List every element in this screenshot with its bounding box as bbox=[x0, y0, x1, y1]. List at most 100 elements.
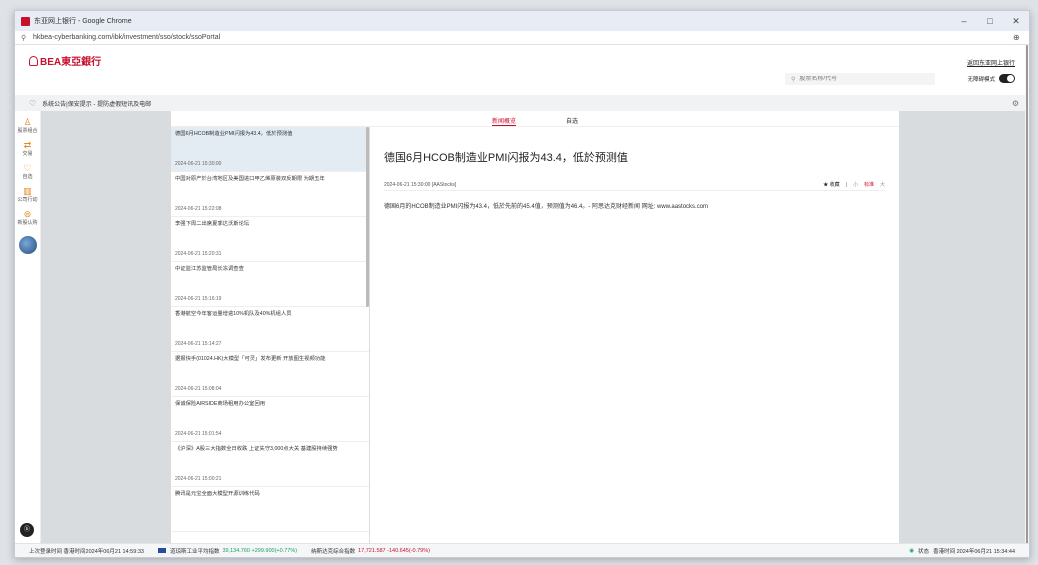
sidebar-item-portfolio[interactable]: ♙ 股票组合 bbox=[15, 117, 40, 134]
heart-icon: ♡ bbox=[23, 163, 32, 173]
sidebar-item-label: 新股认购 bbox=[17, 220, 38, 226]
news-panel: 新闻概览 自选 德国6月HCOB制造业PMI闪报为43.4，低於预测值 2024… bbox=[171, 111, 899, 543]
chatbot-icon[interactable]: ⓑ bbox=[20, 523, 34, 537]
address-bar[interactable]: ⚲ hkbea-cyberbanking.com/ibk/investment/… bbox=[15, 31, 1029, 45]
calendar-icon: ▥ bbox=[23, 186, 32, 196]
news-title: 《沪深》A股三大指数全日收跌 上证失守3,000点大关 基建股持续强势 bbox=[175, 446, 338, 452]
window-controls: – □ ✕ bbox=[951, 16, 1029, 27]
article-actions: ★ 收藏 | 小 标准 大 bbox=[823, 181, 885, 189]
news-title: 中国对原产於台湾地区及美国进口甲乙烯原装双反期限 为期五年 bbox=[175, 176, 325, 182]
scroll-thumb[interactable] bbox=[1026, 45, 1028, 555]
divider: | bbox=[845, 181, 847, 188]
accessibility-mode[interactable]: 无障碍模式 bbox=[967, 74, 1015, 83]
font-size-small-button[interactable]: 小 bbox=[853, 181, 858, 188]
font-size-large-button[interactable]: 大 bbox=[880, 181, 885, 188]
news-time: 2024-06-21 15:01:54 bbox=[175, 431, 222, 437]
status-bar: 上次登录时间 香港时间2024年06月21 14:59:33 道琼斯工业平均指数… bbox=[15, 543, 1029, 557]
sidebar-item-label: 股票组合 bbox=[17, 128, 38, 134]
bea-logo[interactable]: BEA東亞銀行 bbox=[29, 53, 101, 68]
news-time: 2024-06-21 15:14:27 bbox=[175, 341, 222, 347]
article-title: 德国6月HCOB制造业PMI闪报为43.4，低於预测值 bbox=[384, 152, 628, 164]
bea-favicon-icon bbox=[21, 16, 30, 26]
notice-bar[interactable]: ♡ 系统公告|保安提示 - 提防虚假短讯及电邮 ⚙ bbox=[15, 95, 1029, 111]
list-item[interactable]: 《沪深》A股三大指数全日收跌 上证失守3,000点大关 基建股持续强势 2024… bbox=[171, 442, 369, 487]
us-flag-icon bbox=[157, 548, 166, 553]
minimize-button[interactable]: – bbox=[951, 16, 977, 27]
nasdaq-value: 17,721.587 -140.645(-0.79%) bbox=[358, 547, 430, 554]
notice-text[interactable]: 系统公告|保安提示 - 提防虚假短讯及电邮 bbox=[42, 99, 151, 108]
article-body: 德国6月的HCOB制造业PMI闪报为43.4，低於先前的45.4值，预测值为46… bbox=[384, 204, 709, 210]
news-time: 2024-06-21 15:00:21 bbox=[175, 476, 222, 482]
avatar[interactable] bbox=[18, 236, 37, 254]
title-bar: 东亚网上银行 - Google Chrome – □ ✕ bbox=[15, 11, 1029, 31]
browser-window: 东亚网上银行 - Google Chrome – □ ✕ ⚲ hkbea-cyb… bbox=[14, 10, 1030, 558]
sidebar-item-corporate-actions[interactable]: ▥ 公司行动 bbox=[15, 186, 40, 203]
news-tabs: 新闻概览 自选 bbox=[171, 111, 899, 127]
page-scrollbar[interactable] bbox=[1025, 45, 1029, 555]
search-icon: ⚲ bbox=[791, 76, 796, 83]
dow-label: 道琼斯工业平均指数 bbox=[169, 548, 220, 555]
logo-text: BEA東亞銀行 bbox=[40, 57, 102, 68]
sidebar-item-label: 自选 bbox=[22, 174, 33, 180]
news-title: 德国6月HCOB制造业PMI闪报为43.4，低於预测值 bbox=[175, 131, 293, 137]
news-time: 2024-06-21 15:08:04 bbox=[175, 386, 222, 392]
news-time: 2024-06-21 15:22:08 bbox=[175, 206, 222, 212]
sidebar-item-label: 交易 bbox=[22, 151, 33, 157]
news-time: 2024-06-21 15:16:19 bbox=[175, 296, 222, 302]
article-source: 2024-06-21 15:30:00 [AAStocks] bbox=[384, 181, 457, 188]
site-settings-icon[interactable]: ⚲ bbox=[21, 34, 29, 42]
page-header: BEA東亞銀行 返回东亚网上银行 ⚲ 无障碍模式 bbox=[15, 45, 1029, 95]
url-text[interactable]: hkbea-cyberbanking.com/ibk/investment/ss… bbox=[33, 34, 1013, 41]
news-title: 中证监江苏监管局长冻调查查 bbox=[175, 266, 244, 272]
news-list-scrollbar[interactable] bbox=[366, 127, 369, 307]
gear-icon[interactable]: ⚙ bbox=[1012, 99, 1019, 108]
status-right: ◉ 状态 香港时间 2024年06月21 15:34:44 bbox=[909, 547, 1015, 555]
nasdaq-label: 纳斯达克综合指数 bbox=[311, 548, 356, 555]
sidebar-item-label: 公司行动 bbox=[17, 197, 38, 203]
state-label: 状态 bbox=[918, 548, 930, 555]
list-item[interactable]: 中国对原产於台湾地区及美国进口甲乙烯原装双反期限 为期五年 2024-06-21… bbox=[171, 172, 369, 217]
tab-watchlist[interactable]: 自选 bbox=[566, 111, 578, 126]
tab-news-overview[interactable]: 新闻概览 bbox=[491, 111, 516, 126]
zoom-icon[interactable]: ⊕ bbox=[1013, 33, 1029, 42]
list-item[interactable]: 德国6月HCOB制造业PMI闪报为43.4，低於预测值 2024-06-21 1… bbox=[171, 127, 369, 172]
news-title: 李强下周二出席夏季达沃斯论坛 bbox=[175, 221, 250, 227]
sidebar: ♙ 股票组合 ⇄ 交易 ♡ 自选 ▥ 公司行动 ⊜ 新股认购 ⓑ bbox=[15, 111, 41, 543]
ipo-icon: ⊜ bbox=[23, 209, 32, 219]
close-button[interactable]: ✕ bbox=[1003, 16, 1029, 27]
trade-icon: ⇄ bbox=[23, 140, 32, 150]
search-input[interactable] bbox=[799, 76, 920, 82]
article-meta: 2024-06-21 15:30:00 [AAStocks] ★ 收藏 | 小 … bbox=[384, 179, 885, 191]
portfolio-icon: ♙ bbox=[23, 117, 32, 127]
news-title: 据报快手(01024.HK)大模型「可灵」发布更新 开放图生视频功能 bbox=[175, 356, 326, 362]
font-size-standard-button[interactable]: 标准 bbox=[864, 181, 874, 188]
news-title: 保诚保险AIRSIDE商场租用办公室回用 bbox=[175, 401, 266, 407]
dow-value: 39,134.760 +299.900(+0.77%) bbox=[222, 547, 298, 554]
list-item[interactable]: 李强下周二出席夏季达沃斯论坛 2024-06-21 15:20:31 bbox=[171, 217, 369, 262]
mode-toggle[interactable] bbox=[999, 74, 1015, 83]
window-title: 东亚网上银行 - Google Chrome bbox=[34, 18, 132, 25]
sidebar-item-ipo[interactable]: ⊜ 新股认购 bbox=[15, 209, 40, 226]
back-to-ebanking-link[interactable]: 返回东亚网上银行 bbox=[967, 58, 1015, 67]
news-time: 2024-06-21 15:20:31 bbox=[175, 251, 222, 257]
connection-icon: ◉ bbox=[909, 547, 915, 554]
news-list: 德国6月HCOB制造业PMI闪报为43.4，低於预测值 2024-06-21 1… bbox=[171, 127, 370, 543]
list-item[interactable]: 中证监江苏监管局长冻调查查 2024-06-21 15:16:19 bbox=[171, 262, 369, 307]
bea-logo-icon bbox=[29, 55, 38, 66]
favorite-button[interactable]: ★ 收藏 bbox=[823, 181, 839, 188]
mode-label: 无障碍模式 bbox=[967, 76, 995, 83]
sidebar-item-watchlist[interactable]: ♡ 自选 bbox=[15, 163, 40, 180]
article-view: 德国6月HCOB制造业PMI闪报为43.4，低於预测值 2024-06-21 1… bbox=[370, 127, 899, 543]
news-title: 腾讯是元宝全面大模型开源训练代码 bbox=[175, 491, 260, 497]
list-item[interactable]: 腾讯是元宝全面大模型开源训练代码 bbox=[171, 487, 369, 532]
list-item[interactable]: 保诚保险AIRSIDE商场租用办公室回用 2024-06-21 15:01:54 bbox=[171, 397, 369, 442]
list-item[interactable]: 香港航空今年客运量增逾10%机队及40%机组人员 2024-06-21 15:1… bbox=[171, 307, 369, 352]
news-time: 2024-06-21 15:30:00 bbox=[175, 161, 222, 167]
hk-time: 香港时间 2024年06月21 15:34:44 bbox=[933, 548, 1015, 555]
maximize-button[interactable]: □ bbox=[977, 16, 1003, 27]
sidebar-item-trade[interactable]: ⇄ 交易 bbox=[15, 140, 40, 157]
stock-search[interactable]: ⚲ bbox=[785, 73, 935, 85]
last-login: 上次登录时间 香港时间2024年06月21 14:59:33 bbox=[29, 548, 144, 555]
lightbulb-icon: ♡ bbox=[29, 98, 37, 108]
list-item[interactable]: 据报快手(01024.HK)大模型「可灵」发布更新 开放图生视频功能 2024-… bbox=[171, 352, 369, 397]
